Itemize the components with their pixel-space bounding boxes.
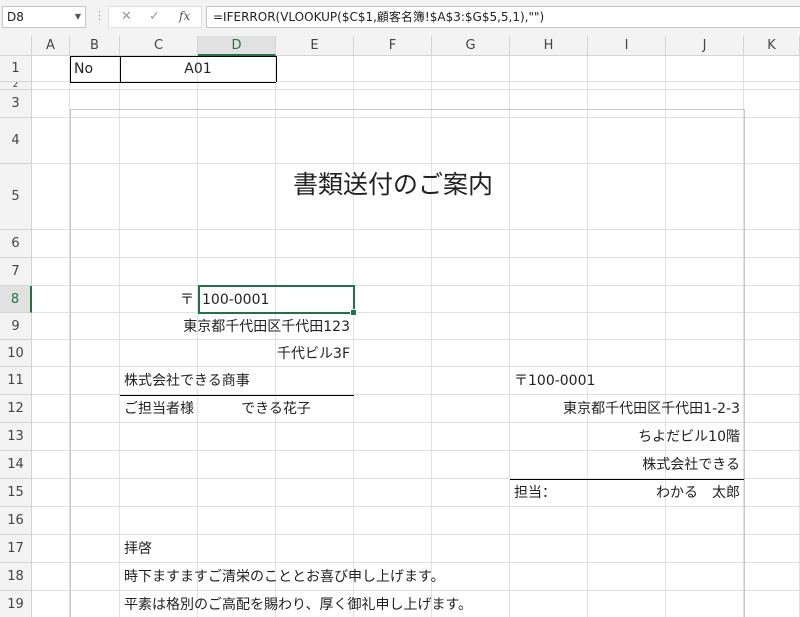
cell-b1[interactable]: No <box>70 56 120 82</box>
cancel-icon[interactable]: ✕ <box>121 9 132 24</box>
row-header-14[interactable]: 14 <box>0 451 32 479</box>
column-header-a[interactable]: A <box>32 36 70 56</box>
cell-c8[interactable]: 〒 <box>120 286 198 313</box>
border-c1-left <box>120 56 121 82</box>
column-header-h[interactable]: H <box>510 36 588 56</box>
column-header-e[interactable]: E <box>276 36 354 56</box>
fill-handle[interactable] <box>350 309 357 316</box>
body-line-1[interactable]: 拝啓 <box>120 535 520 563</box>
column-header-c[interactable]: C <box>120 36 198 56</box>
sender-address1[interactable]: 東京都千代田区千代田1-2-3 <box>510 395 744 423</box>
row-header-6[interactable]: 6 <box>0 230 32 258</box>
row-header-13[interactable]: 13 <box>0 423 32 451</box>
sender-address2[interactable]: ちよだビル10階 <box>510 423 744 451</box>
gridline-horizontal <box>32 117 800 118</box>
row-header-11[interactable]: 11 <box>0 367 32 395</box>
border-b1-left <box>70 56 71 82</box>
frame-left <box>70 109 71 617</box>
row-header-19[interactable]: 19 <box>0 591 32 617</box>
row-header-15[interactable]: 15 <box>0 479 32 507</box>
row-header-18[interactable]: 18 <box>0 563 32 591</box>
gridline-horizontal <box>32 89 800 90</box>
recipient-contact-label[interactable]: ご担当者様 <box>120 395 198 423</box>
formula-bar: D8 ▼ ⋮ ✕ ✓ fx =IFERROR(VLOOKUP($C$1,顧客名簿… <box>0 0 800 37</box>
more-options-icon[interactable]: ⋮ <box>94 9 105 22</box>
insert-function-icon[interactable]: fx <box>179 9 190 23</box>
row-header-9[interactable]: 9 <box>0 313 32 340</box>
column-header-d[interactable]: D <box>198 36 276 56</box>
sender-company[interactable]: 株式会社できる <box>510 451 744 479</box>
body-line-2[interactable]: 時下ますますご清栄のこととお喜び申し上げます。 <box>120 563 620 591</box>
formula-input[interactable]: =IFERROR(VLOOKUP($C$1,顧客名簿!$A$3:$G$5,5,1… <box>206 6 800 28</box>
border-rep-top <box>510 479 744 480</box>
body-line-3[interactable]: 平素は格別のご高配を賜わり、厚く御礼申し上げます。 <box>120 591 640 617</box>
sender-postal[interactable]: 〒100-0001 <box>510 367 744 395</box>
column-header-f[interactable]: F <box>354 36 432 56</box>
row-header-1[interactable]: 1 <box>0 56 32 82</box>
recipient-address2[interactable]: 千代ビル3F <box>120 340 354 367</box>
column-header-g[interactable]: G <box>432 36 510 56</box>
gridline-horizontal <box>32 257 800 258</box>
recipient-contact-name[interactable]: できる花子 <box>198 395 354 423</box>
recipient-address1[interactable]: 東京都千代田区千代田123 <box>120 313 354 340</box>
column-header-b[interactable]: B <box>70 36 120 56</box>
row-header-17[interactable]: 17 <box>0 535 32 563</box>
row-header-5[interactable]: 5 <box>0 164 32 230</box>
frame-top <box>70 109 745 110</box>
row-header-7[interactable]: 7 <box>0 258 32 286</box>
chevron-down-icon[interactable]: ▼ <box>75 7 81 27</box>
column-header-i[interactable]: I <box>588 36 666 56</box>
border-company-underline <box>120 395 354 396</box>
column-header-k[interactable]: K <box>744 36 800 56</box>
name-box[interactable]: D8 ▼ <box>2 6 86 28</box>
column-header-j[interactable]: J <box>666 36 744 56</box>
worksheet-grid[interactable]: ABCDEFGHIJK 1 2 3 4 5 6 7 8 9 10 11 12 13 14 15 16 17 18 1… <box>0 36 800 617</box>
row-header-2[interactable]: 2 <box>0 82 32 90</box>
document-title[interactable]: 書類送付のご案内 <box>120 138 666 230</box>
border-e1-left <box>276 56 277 82</box>
formula-buttons: ✕ ✓ fx <box>108 6 202 28</box>
row-header-8[interactable]: 8 <box>0 286 32 313</box>
row-header-3[interactable]: 3 <box>0 90 32 118</box>
row-header-4[interactable]: 4 <box>0 118 32 164</box>
select-all-corner[interactable] <box>0 36 32 56</box>
cell-c1[interactable]: A01 <box>120 56 276 82</box>
sender-rep-label[interactable]: 担当： <box>510 479 588 507</box>
border-row1-bottom <box>70 82 276 83</box>
active-cell-d8[interactable] <box>198 285 357 316</box>
row-header-16[interactable]: 16 <box>0 507 32 535</box>
name-box-value: D8 <box>7 10 24 24</box>
frame-right <box>744 109 745 617</box>
sender-rep-name[interactable]: わかる 太郎 <box>588 479 744 507</box>
enter-icon[interactable]: ✓ <box>149 9 160 24</box>
row-header-10[interactable]: 10 <box>0 340 32 367</box>
border-row1-top <box>70 56 276 57</box>
row-header-12[interactable]: 12 <box>0 395 32 423</box>
recipient-company[interactable]: 株式会社できる商事 <box>120 367 354 395</box>
